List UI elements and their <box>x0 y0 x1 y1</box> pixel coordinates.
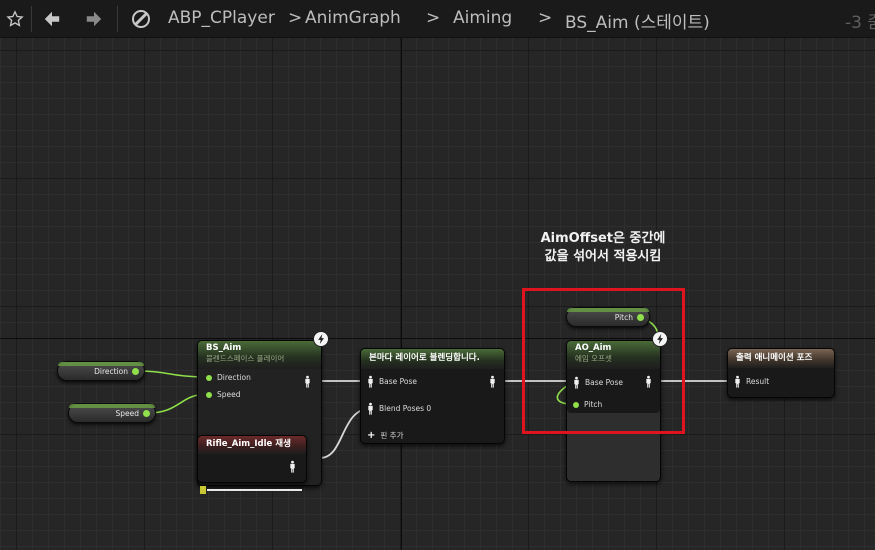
pose-input-icon <box>368 375 373 388</box>
blend-poses-0-input-pin[interactable]: Blend Poses 0 <box>367 402 431 415</box>
rifle-aim-idle-sequence-node[interactable]: Rifle_Aim_Idle 재생 <box>197 435 307 483</box>
speed-input-pin[interactable]: Speed <box>206 390 241 399</box>
fast-path-lightning-icon <box>313 331 329 347</box>
speed-variable-node[interactable]: Speed <box>68 403 156 423</box>
node-title: 출력 애니메이션 포즈 <box>736 353 813 363</box>
direction-output-pin[interactable] <box>132 368 139 375</box>
add-pin-label: 핀 추가 <box>380 431 404 440</box>
node-header: 출력 애니메이션 포즈 <box>728 349 834 368</box>
pose-output-icon[interactable] <box>489 375 496 388</box>
node-title: Rifle_Aim_Idle 재생 <box>206 439 291 449</box>
wire-layer <box>135 316 734 459</box>
pose-input-icon <box>368 402 373 415</box>
play-progress-bar <box>207 489 302 491</box>
pin-label: Speed <box>217 390 241 399</box>
node-title: 본마다 레이어로 블렌딩합니다. <box>369 353 480 363</box>
float-pin-icon <box>206 374 212 381</box>
speed-output-pin[interactable] <box>143 410 150 417</box>
node-header: 본마다 레이어로 블렌딩합니다. <box>361 349 504 369</box>
direction-variable-node[interactable]: Direction <box>57 361 145 381</box>
variable-label: Direction <box>94 366 128 376</box>
pin-label: Result <box>746 377 770 386</box>
highlight-box <box>522 288 685 434</box>
node-header: Rifle_Aim_Idle 재생 <box>198 436 306 454</box>
node-header: BS_Aim 블렌드스페이스 플레이어 <box>198 341 321 369</box>
pin-label: Blend Poses 0 <box>379 404 432 413</box>
pose-output-icon[interactable] <box>304 375 311 388</box>
output-animation-pose-node[interactable]: 출력 애니메이션 포즈 Result <box>727 348 835 398</box>
float-pin-icon <box>206 391 212 398</box>
direction-input-pin[interactable]: Direction <box>206 373 251 382</box>
add-pin-button[interactable]: + 핀 추가 <box>367 430 403 441</box>
pin-label: Base Pose <box>379 377 418 386</box>
result-input-pin[interactable]: Result <box>734 375 769 388</box>
annotation-text: AimOffset은 중간에 값을 섞어서 적용시킴 <box>528 230 678 266</box>
play-position-marker[interactable] <box>200 486 206 494</box>
variable-label: Speed <box>115 408 139 418</box>
pose-output-icon[interactable] <box>289 460 296 473</box>
node-subtitle: 블렌드스페이스 플레이어 <box>206 354 285 363</box>
plus-icon: + <box>367 430 376 441</box>
annotation-line: 값을 섞어서 적용시킴 <box>544 249 662 264</box>
base-pose-input-pin[interactable]: Base Pose <box>367 375 417 388</box>
node-title: BS_Aim <box>206 343 242 353</box>
pose-input-icon <box>735 375 740 388</box>
pin-label: Direction <box>217 373 251 382</box>
layered-blend-per-bone-node[interactable]: 본마다 레이어로 블렌딩합니다. Base Pose Blend Poses 0… <box>360 348 505 444</box>
annotation-line: AimOffset은 중간에 <box>540 231 666 246</box>
